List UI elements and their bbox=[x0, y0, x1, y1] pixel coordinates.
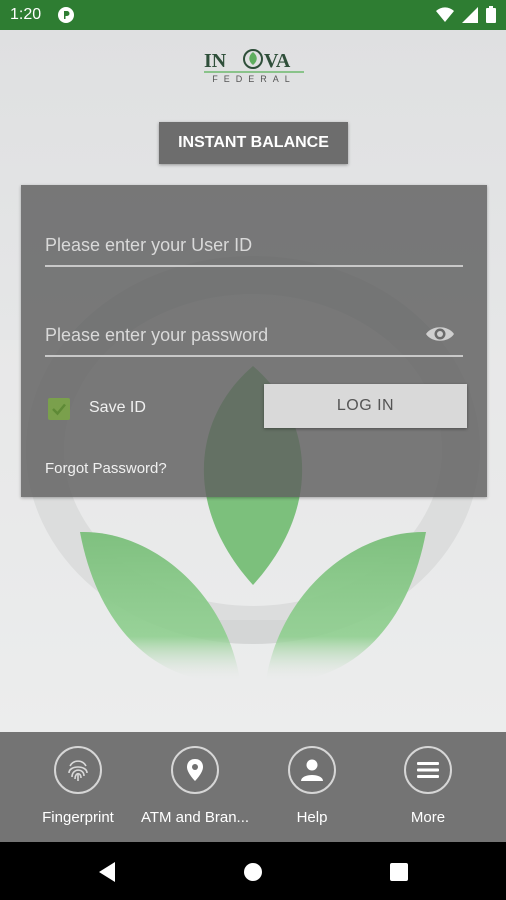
instant-balance-button[interactable]: INSTANT BALANCE bbox=[159, 122, 348, 164]
nav-item-atm-branches[interactable]: ATM and Bran... bbox=[135, 732, 255, 842]
nav-icon-circle bbox=[288, 746, 336, 794]
save-id-checkbox[interactable] bbox=[48, 398, 70, 420]
person-icon bbox=[301, 759, 323, 781]
user-id-field[interactable]: Please enter your User ID bbox=[45, 225, 463, 267]
wifi-icon bbox=[436, 6, 454, 22]
back-icon[interactable] bbox=[95, 860, 119, 884]
password-placeholder: Please enter your password bbox=[45, 325, 269, 345]
status-bar: 1:20 bbox=[0, 0, 506, 30]
nav-label: Fingerprint bbox=[42, 809, 114, 826]
home-icon[interactable] bbox=[241, 860, 265, 884]
menu-icon bbox=[417, 762, 439, 778]
user-id-placeholder: Please enter your User ID bbox=[45, 235, 253, 255]
check-icon bbox=[52, 403, 66, 416]
nav-icon-circle bbox=[404, 746, 452, 794]
inova-federal-logo: IN VA FEDERAL bbox=[204, 45, 304, 89]
recents-icon[interactable] bbox=[387, 860, 411, 884]
reader-p-icon bbox=[58, 7, 74, 23]
login-button[interactable]: LOG IN bbox=[264, 384, 467, 428]
nav-icon-circle bbox=[171, 746, 219, 794]
logo-subtitle: FEDERAL bbox=[212, 74, 296, 84]
system-nav-bar bbox=[0, 842, 506, 900]
svg-text:VA: VA bbox=[264, 50, 291, 72]
nav-item-fingerprint[interactable]: Fingerprint bbox=[18, 732, 138, 842]
nav-label: More bbox=[410, 809, 446, 826]
fingerprint-icon bbox=[68, 760, 88, 781]
nav-label: ATM and Bran... bbox=[140, 809, 250, 826]
nav-label: Help bbox=[296, 809, 328, 826]
nav-icon-circle bbox=[54, 746, 102, 794]
status-time: 1:20 bbox=[10, 6, 42, 23]
signal-icon bbox=[462, 6, 478, 23]
password-field[interactable]: Please enter your password bbox=[45, 315, 463, 357]
location-pin-icon bbox=[187, 759, 203, 781]
battery-icon bbox=[486, 6, 496, 23]
svg-text:IN: IN bbox=[204, 50, 227, 72]
save-id-label: Save ID bbox=[89, 399, 146, 416]
nav-item-more[interactable]: More bbox=[368, 732, 488, 842]
nav-item-help[interactable]: Help bbox=[252, 732, 372, 842]
forgot-password-link[interactable]: Forgot Password? bbox=[45, 460, 167, 477]
bottom-nav: Fingerprint ATM and Bran... Help More bbox=[0, 732, 506, 842]
eye-icon[interactable] bbox=[425, 323, 455, 345]
